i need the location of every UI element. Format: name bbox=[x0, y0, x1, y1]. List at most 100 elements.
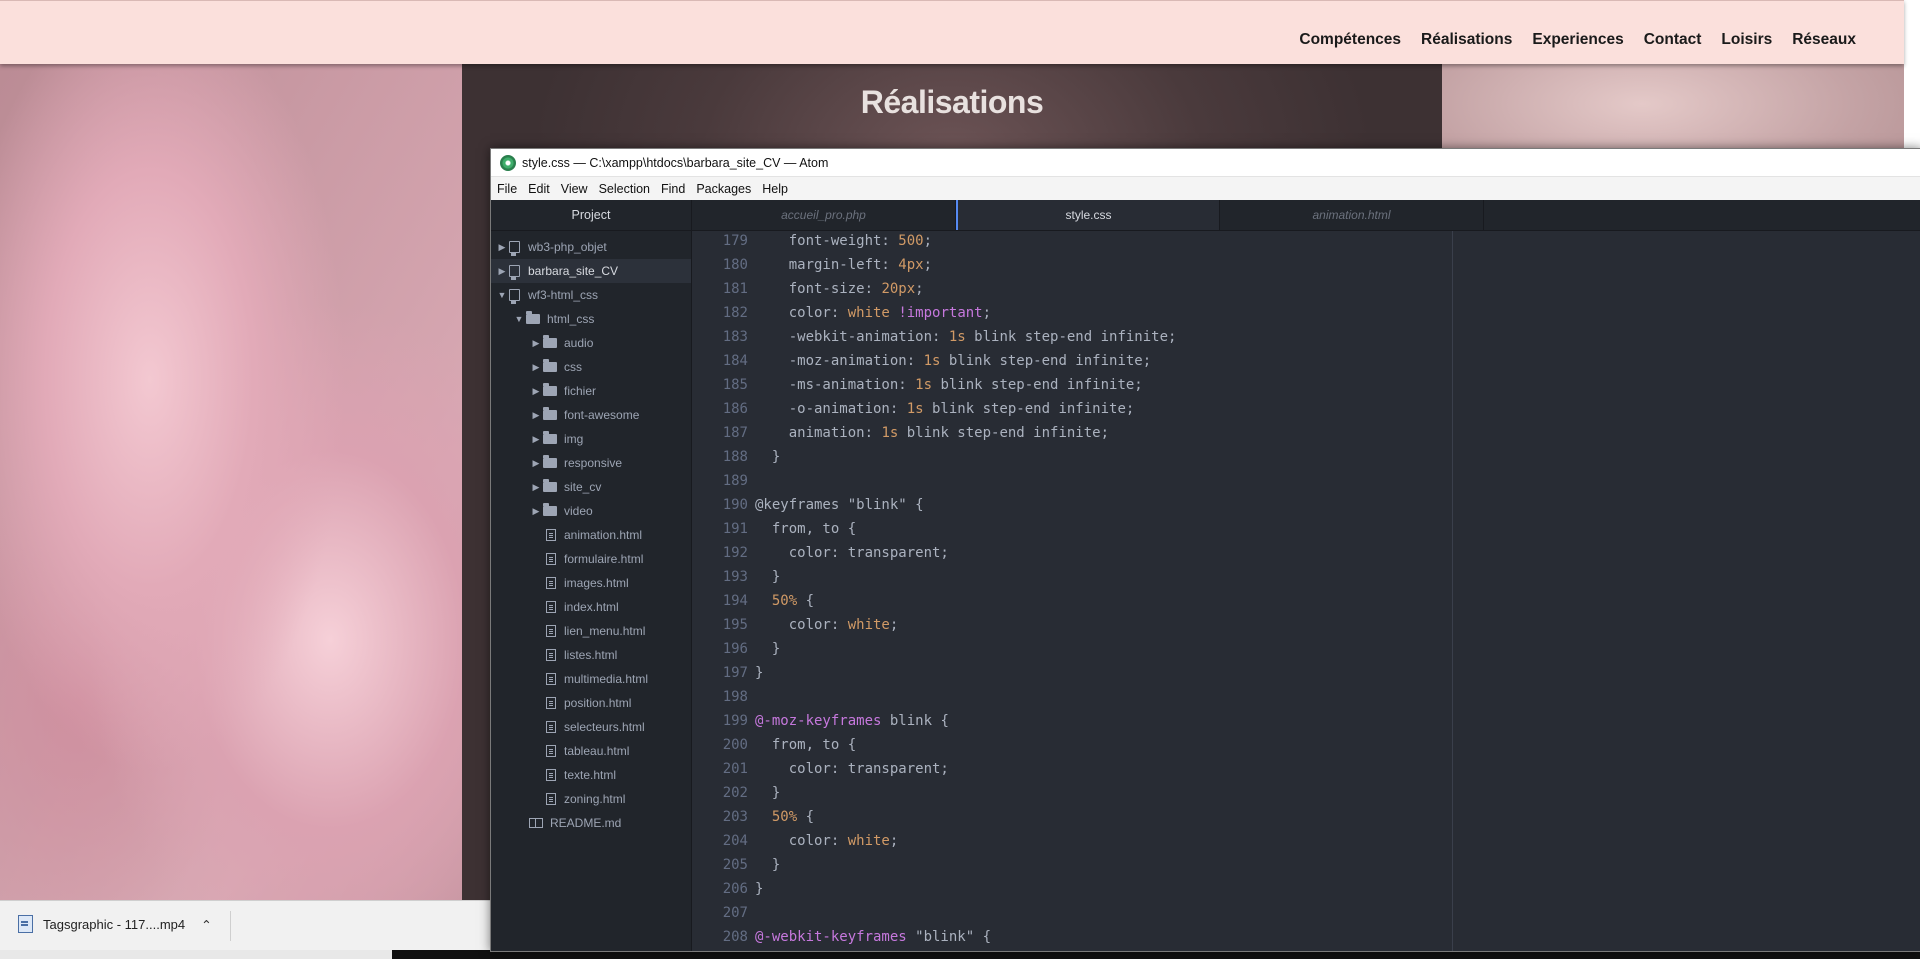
tree-folder-responsive[interactable]: ▶ responsive bbox=[491, 451, 691, 475]
folder-icon bbox=[526, 311, 540, 324]
chevron-down-icon: ▼ bbox=[497, 290, 507, 300]
menu-packages[interactable]: Packages bbox=[696, 182, 751, 196]
nav-link-reseaux[interactable]: Réseaux bbox=[1792, 31, 1856, 49]
code-line[interactable]: color: white; bbox=[755, 829, 1176, 853]
tree-item-label: wb3-php_objet bbox=[528, 240, 607, 254]
tree-project-barbara-site-cv[interactable]: ▶ barbara_site_CV bbox=[491, 259, 691, 283]
tree-file-readme[interactable]: README.md bbox=[491, 811, 691, 835]
section-title: Réalisations bbox=[860, 84, 1044, 120]
code-line[interactable]: } bbox=[755, 853, 1176, 877]
code-line[interactable]: color: white; bbox=[755, 613, 1176, 637]
code-line[interactable]: } bbox=[755, 781, 1176, 805]
line-number: 180 bbox=[722, 257, 748, 273]
code-line[interactable]: @keyframes "blink" { bbox=[755, 493, 1176, 517]
tree-file-formulaire[interactable]: formulaire.html bbox=[491, 547, 691, 571]
tree-project-wb3-php-objet[interactable]: ▶ wb3-php_objet bbox=[491, 235, 691, 259]
tab-style-css[interactable]: style.css bbox=[956, 200, 1220, 230]
download-filename: Tagsgraphic - 117....mp4 bbox=[43, 916, 186, 932]
folder-icon bbox=[543, 335, 557, 348]
file-icon bbox=[546, 673, 556, 685]
code-line[interactable]: 50% { bbox=[755, 805, 1176, 829]
code-line[interactable]: color: transparent; bbox=[755, 541, 1176, 565]
code-lines[interactable]: font-weight: 500; margin-left: 4px; font… bbox=[755, 231, 1176, 949]
code-line[interactable]: color: white !important; bbox=[755, 301, 1176, 325]
tree-folder-css[interactable]: ▶ css bbox=[491, 355, 691, 379]
code-line[interactable]: from, to { bbox=[755, 517, 1176, 541]
code-line[interactable]: 50% { bbox=[755, 589, 1176, 613]
code-line[interactable]: margin-left: 4px; bbox=[755, 253, 1176, 277]
code-line[interactable] bbox=[755, 685, 1176, 709]
chevron-right-icon: ▶ bbox=[532, 409, 540, 420]
tree-file-tableau[interactable]: tableau.html bbox=[491, 739, 691, 763]
code-line[interactable]: -webkit-animation: 1s blink step-end inf… bbox=[755, 325, 1177, 349]
tree-file-animation[interactable]: animation.html bbox=[491, 523, 691, 547]
tree-item-label: img bbox=[564, 432, 584, 446]
tree-folder-audio[interactable]: ▶ audio bbox=[491, 331, 691, 355]
code-line[interactable]: } bbox=[755, 877, 1176, 901]
tree-header[interactable]: Project bbox=[491, 200, 691, 231]
code-line[interactable] bbox=[755, 469, 1176, 493]
menu-edit[interactable]: Edit bbox=[528, 182, 550, 196]
nav-link-loisirs[interactable]: Loisirs bbox=[1721, 31, 1772, 49]
code-line[interactable] bbox=[755, 901, 1176, 925]
line-number: 196 bbox=[722, 641, 748, 657]
code-line[interactable]: @-moz-keyframes blink { bbox=[755, 709, 1176, 733]
code-editor[interactable]: 179 180 181 182 183 184 185 186 187 188 189 190 191 1… bbox=[692, 231, 1920, 951]
menu-selection[interactable]: Selection bbox=[599, 182, 650, 196]
chevron-right-icon: ▶ bbox=[532, 433, 540, 444]
menu-view[interactable]: View bbox=[561, 182, 588, 196]
code-line[interactable]: } bbox=[755, 445, 1176, 469]
tree-file-selecteurs[interactable]: selecteurs.html bbox=[491, 715, 691, 739]
tree-file-position[interactable]: position.html bbox=[491, 691, 691, 715]
tab-animation-html[interactable]: animation.html bbox=[1220, 200, 1484, 230]
line-number: 182 bbox=[722, 305, 748, 321]
tab-accueil-pro-php[interactable]: accueil_pro.php bbox=[692, 200, 956, 230]
code-line[interactable]: -moz-animation: 1s blink step-end infini… bbox=[755, 349, 1176, 373]
tree-file-listes[interactable]: listes.html bbox=[491, 643, 691, 667]
tree-file-lien_menu[interactable]: lien_menu.html bbox=[491, 619, 691, 643]
tree-folder-video[interactable]: ▶ video bbox=[491, 499, 691, 523]
tree-folder-site_cv[interactable]: ▶ site_cv bbox=[491, 475, 691, 499]
video-file-icon bbox=[18, 915, 33, 933]
chevron-up-icon[interactable]: ⌄ bbox=[201, 916, 212, 932]
line-number: 189 bbox=[722, 473, 748, 489]
nav-link-competences[interactable]: Compétences bbox=[1299, 31, 1401, 49]
code-line[interactable]: font-size: 20px; bbox=[755, 277, 1176, 301]
code-line[interactable]: -o-animation: 1s blink step-end infinite… bbox=[755, 397, 1176, 421]
code-line[interactable]: } bbox=[755, 565, 1176, 589]
menu-find[interactable]: Find bbox=[661, 182, 685, 196]
menu-help[interactable]: Help bbox=[762, 182, 788, 196]
line-number: 191 bbox=[722, 521, 748, 537]
tree-project-wf3-html-css[interactable]: ▼ wf3-html_css bbox=[491, 283, 691, 307]
download-item[interactable]: Tagsgraphic - 117....mp4 ⌄ bbox=[18, 915, 212, 933]
tree-folder-html-css[interactable]: ▼ html_css bbox=[491, 307, 691, 331]
menu-file[interactable]: File bbox=[497, 182, 517, 196]
tree-folder-font-awesome[interactable]: ▶ font-awesome bbox=[491, 403, 691, 427]
nav-link-contact[interactable]: Contact bbox=[1644, 31, 1702, 49]
tree-file-texte[interactable]: texte.html bbox=[491, 763, 691, 787]
tree-file-images[interactable]: images.html bbox=[491, 571, 691, 595]
download-bar: Tagsgraphic - 117....mp4 ⌄ bbox=[0, 900, 490, 951]
line-number-gutter[interactable]: 179 180 181 182 183 184 185 186 187 188 189 190 191 1… bbox=[692, 231, 748, 949]
code-line[interactable]: } bbox=[755, 637, 1176, 661]
tree-file-multimedia[interactable]: multimedia.html bbox=[491, 667, 691, 691]
code-line[interactable]: @-webkit-keyframes "blink" { bbox=[755, 925, 1176, 949]
code-line[interactable]: } bbox=[755, 661, 1176, 685]
code-line[interactable]: font-weight: 500; bbox=[755, 231, 1176, 253]
tree-file-zoning[interactable]: zoning.html bbox=[491, 787, 691, 811]
window-titlebar[interactable]: style.css — C:\xampp\htdocs\barbara_site… bbox=[491, 149, 1920, 177]
code-line[interactable]: animation: 1s blink step-end infinite; bbox=[755, 421, 1176, 445]
tree-item-label: multimedia.html bbox=[564, 672, 649, 686]
code-line[interactable]: from, to { bbox=[755, 733, 1176, 757]
file-icon bbox=[546, 649, 556, 661]
code-line[interactable]: -ms-animation: 1s blink step-end infinit… bbox=[755, 373, 1176, 397]
nav-link-realisations[interactable]: Réalisations bbox=[1421, 31, 1512, 49]
tree-folder-img[interactable]: ▶ img bbox=[491, 427, 691, 451]
taskbar-search-area[interactable] bbox=[0, 950, 392, 959]
tree-folder-fichier[interactable]: ▶ fichier bbox=[491, 379, 691, 403]
file-icon bbox=[546, 793, 556, 805]
code-line[interactable]: color: transparent; bbox=[755, 757, 1176, 781]
nav-link-experiences[interactable]: Experiences bbox=[1532, 31, 1623, 49]
line-number: 192 bbox=[722, 545, 748, 561]
tree-file-index[interactable]: index.html bbox=[491, 595, 691, 619]
